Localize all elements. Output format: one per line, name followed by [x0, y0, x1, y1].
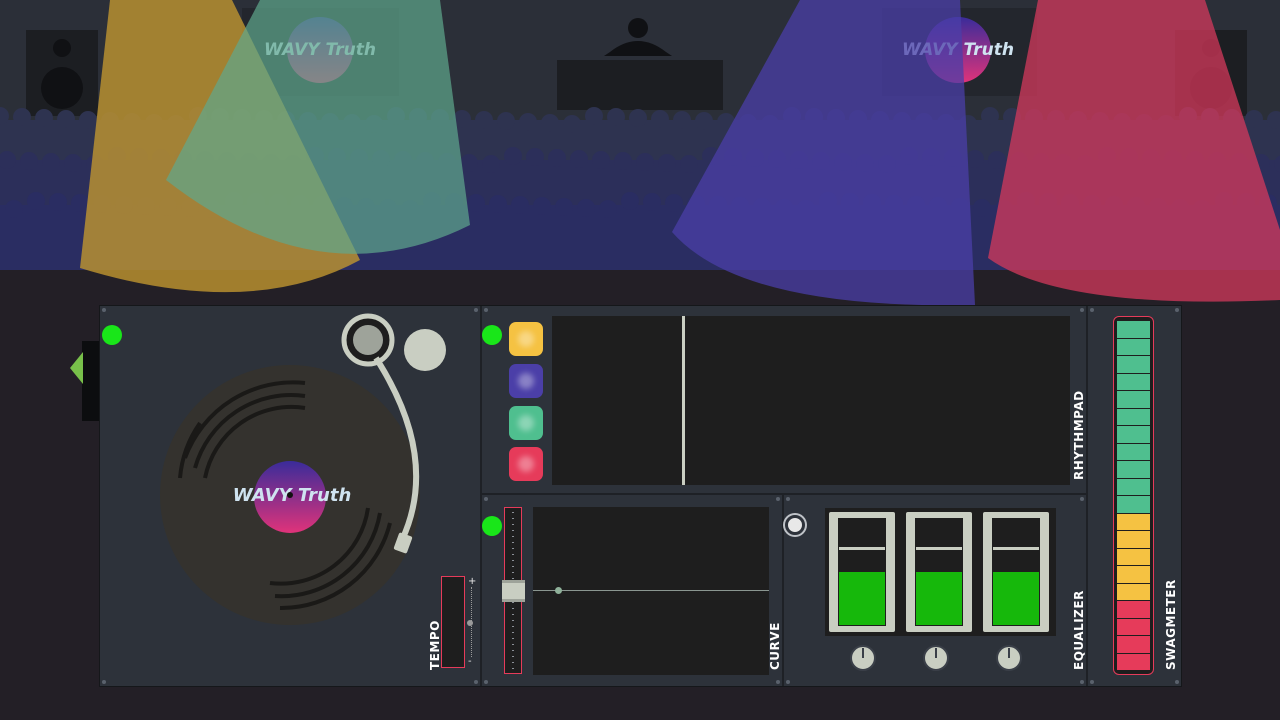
tempo-plus-label: + — [468, 576, 477, 587]
divider — [1086, 306, 1088, 686]
screw-icon — [484, 308, 488, 312]
swagmeter-segment — [1117, 513, 1150, 530]
screw-icon — [1090, 680, 1094, 684]
screw-icon — [484, 497, 488, 501]
rhythmpad-led — [482, 325, 502, 345]
knob-indicator — [1008, 648, 1010, 658]
turntable-led — [102, 325, 122, 345]
curve-point[interactable] — [555, 587, 562, 594]
swagmeter-segments — [1117, 321, 1150, 670]
swagmeter-segment — [1117, 408, 1150, 425]
swagmeter-segment — [1117, 443, 1150, 460]
screw-icon — [776, 680, 780, 684]
swagmeter-segment — [1117, 583, 1150, 600]
swagmeter-segment — [1117, 356, 1150, 373]
swagmeter — [1113, 316, 1154, 675]
screw-icon — [1080, 680, 1084, 684]
swagmeter-segment — [1117, 461, 1150, 478]
tempo-label: TEMPO — [428, 620, 442, 670]
swagmeter-label: SWAGMETER — [1164, 579, 1178, 670]
swagmeter-segment — [1117, 566, 1150, 583]
screw-icon — [102, 308, 106, 312]
screw-icon — [1080, 308, 1084, 312]
screw-icon — [484, 680, 488, 684]
knob-indicator — [862, 648, 864, 658]
turntable[interactable]: WAVY Truth — [140, 308, 480, 638]
game-stage: WAVY Truth WAVY Truth — [0, 0, 1280, 720]
eq-knob-2[interactable] — [923, 645, 949, 671]
eq-band-3-marker — [993, 547, 1039, 550]
eq-band-1-marker — [839, 547, 885, 550]
curve-graph[interactable] — [533, 507, 769, 675]
curve-led — [482, 516, 502, 536]
screw-icon — [474, 680, 478, 684]
divider — [782, 495, 784, 686]
swagmeter-segment — [1117, 548, 1150, 565]
divider — [480, 306, 482, 686]
divider — [482, 493, 1087, 495]
eq-band-2-fill — [916, 572, 962, 625]
screw-icon — [786, 497, 790, 501]
eq-band-1-fill — [839, 572, 885, 625]
arrow-left-icon[interactable] — [70, 352, 83, 384]
eq-band-3-fill — [993, 572, 1039, 625]
screw-icon — [786, 680, 790, 684]
screw-icon — [1175, 680, 1179, 684]
pad-red[interactable] — [509, 447, 543, 481]
rhythmpad-label: RHYTHMPAD — [1072, 390, 1086, 480]
eq-knob-1[interactable] — [850, 645, 876, 671]
screw-icon — [1080, 497, 1084, 501]
pad-yellow[interactable] — [509, 322, 543, 356]
swagmeter-segment — [1117, 653, 1150, 670]
screw-icon — [776, 497, 780, 501]
concert-background: WAVY Truth WAVY Truth — [0, 0, 1280, 310]
tempo-marker[interactable] — [467, 620, 473, 626]
swagmeter-segment — [1117, 601, 1150, 618]
eq-knob-3[interactable] — [996, 645, 1022, 671]
screw-icon — [1090, 308, 1094, 312]
tonearm-pivot — [404, 329, 446, 371]
curve-line — [533, 590, 769, 591]
tempo-slider-track[interactable] — [441, 576, 465, 668]
swagmeter-segment — [1117, 426, 1150, 443]
pad-purple[interactable] — [509, 364, 543, 398]
rhythmpad-playhead — [682, 316, 685, 485]
screw-icon — [1175, 308, 1179, 312]
eq-band-2-marker — [916, 547, 962, 550]
speaker-left-icon — [26, 30, 98, 116]
tempo-minus-label: - — [468, 656, 472, 667]
eq-band-3[interactable] — [983, 512, 1049, 632]
eq-band-1[interactable] — [829, 512, 895, 632]
swagmeter-segment — [1117, 531, 1150, 548]
swagmeter-segment — [1117, 636, 1150, 653]
curve-fader-handle[interactable] — [502, 580, 525, 602]
equalizer-led — [785, 515, 805, 535]
swagmeter-segment — [1117, 373, 1150, 390]
swagmeter-segment — [1117, 496, 1150, 513]
swagmeter-segment — [1117, 478, 1150, 495]
equalizer-label: EQUALIZER — [1072, 590, 1086, 670]
curve-label: CURVE — [768, 622, 782, 670]
swagmeter-segment — [1117, 321, 1150, 338]
pad-green[interactable] — [509, 406, 543, 440]
knob-indicator — [935, 648, 937, 658]
side-tab[interactable] — [82, 341, 99, 421]
screw-icon — [102, 680, 106, 684]
rhythmpad-track[interactable] — [552, 316, 1070, 485]
swagmeter-segment — [1117, 618, 1150, 635]
eq-band-2[interactable] — [906, 512, 972, 632]
swagmeter-segment — [1117, 338, 1150, 355]
swagmeter-segment — [1117, 391, 1150, 408]
